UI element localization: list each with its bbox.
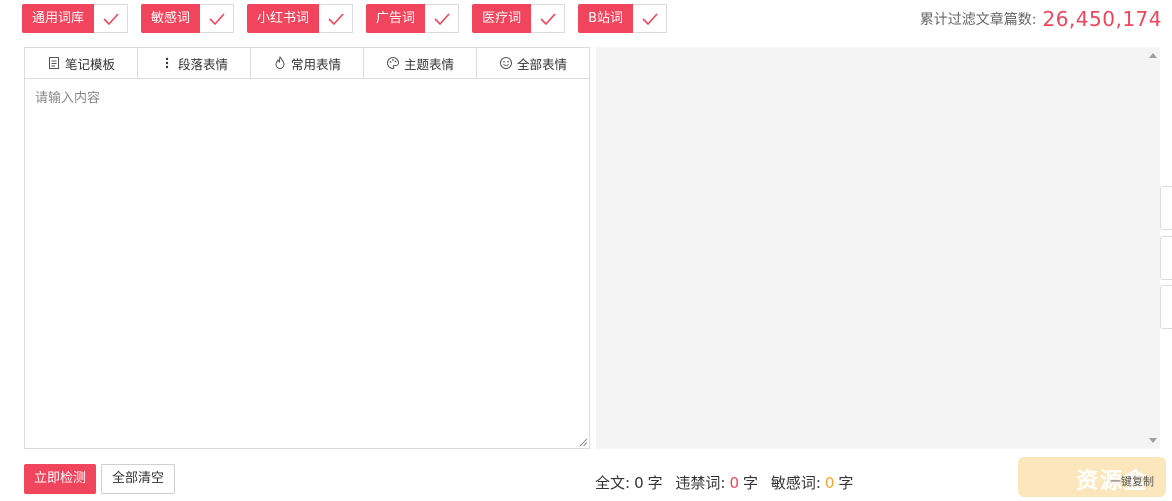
full-text-label: 全文: <box>595 474 631 492</box>
sensitive-words-count: 0 <box>824 474 835 492</box>
filter-label[interactable]: 小红书词 <box>247 4 320 33</box>
unit-label: 字 <box>743 474 759 492</box>
tool-paragraph-emoji[interactable]: 段落表情 <box>138 48 251 78</box>
check-icon[interactable] <box>319 4 354 33</box>
filter-label[interactable]: 广告词 <box>366 4 426 33</box>
check-icon[interactable] <box>531 4 566 33</box>
tool-common-emoji[interactable]: 常用表情 <box>251 48 364 78</box>
copy-button[interactable]: 一键复制 <box>1110 473 1154 489</box>
tool-label: 主题表情 <box>403 56 454 72</box>
banned-words-count: 0 <box>729 474 740 492</box>
tool-label: 段落表情 <box>177 56 228 72</box>
unit-label: 字 <box>838 474 854 492</box>
total-value: 26,450,174 <box>1042 6 1162 31</box>
scroll-up-icon[interactable] <box>1149 53 1157 58</box>
filter-sensitive[interactable]: 敏感词 <box>141 4 235 33</box>
tool-theme-emoji[interactable]: 主题表情 <box>364 48 477 78</box>
filter-ads[interactable]: 广告词 <box>366 4 460 33</box>
total-filtered-count: 累计过滤文章篇数: 26,450,174 <box>920 4 1162 33</box>
check-icon[interactable] <box>200 4 235 33</box>
full-text-count: 0 <box>634 474 644 492</box>
result-panel <box>596 47 1160 449</box>
smiley-icon <box>499 57 512 69</box>
filter-label[interactable]: 敏感词 <box>141 4 201 33</box>
editor-panel: 笔记模板 段落表情 常用表情 主题表情 全部表情 <box>24 47 590 449</box>
tool-all-emoji[interactable]: 全部表情 <box>477 48 589 78</box>
filter-label[interactable]: B站词 <box>578 4 633 33</box>
sensitive-words-label: 敏感词: <box>770 474 821 492</box>
tool-label: 常用表情 <box>290 56 341 72</box>
check-icon[interactable] <box>633 4 667 33</box>
filter-xiaohongshu[interactable]: 小红书词 <box>247 4 354 33</box>
word-stats: 全文: 0 字 违禁词: 0 字 敏感词: 0 字 <box>595 472 853 493</box>
check-now-button[interactable]: 立即检测 <box>24 464 97 494</box>
tool-label: 笔记模板 <box>64 56 115 72</box>
filter-label[interactable]: 医疗词 <box>472 4 532 33</box>
palette-icon <box>387 56 399 70</box>
filter-medical[interactable]: 医疗词 <box>472 4 566 33</box>
unit-label: 字 <box>647 474 663 492</box>
tool-note-template[interactable]: 笔记模板 <box>25 48 138 78</box>
side-tab[interactable] <box>1160 236 1172 280</box>
filter-bilibili[interactable]: B站词 <box>578 4 667 33</box>
fire-icon <box>275 56 285 69</box>
total-label: 累计过滤文章篇数: <box>919 11 1037 28</box>
result-scrollbar[interactable] <box>1145 47 1160 449</box>
tool-label: 全部表情 <box>516 56 567 72</box>
editor-toolbar: 笔记模板 段落表情 常用表情 主题表情 全部表情 <box>25 48 589 79</box>
side-tab[interactable] <box>1160 186 1172 230</box>
filter-bar: 通用词库 敏感词 小红书词 广告词 医疗词 B站词 <box>22 4 680 33</box>
side-tab[interactable] <box>1160 285 1172 329</box>
check-icon[interactable] <box>425 4 460 33</box>
scroll-down-icon[interactable] <box>1149 438 1157 443</box>
filter-general[interactable]: 通用词库 <box>22 4 129 33</box>
check-icon[interactable] <box>94 4 129 33</box>
banned-words-label: 违禁词: <box>675 474 726 492</box>
clear-all-button[interactable]: 全部清空 <box>101 464 176 494</box>
content-input[interactable] <box>25 79 589 448</box>
note-template-icon <box>48 57 59 69</box>
resize-handle-icon[interactable] <box>578 437 588 447</box>
vertical-dots-icon <box>165 57 169 69</box>
filter-label[interactable]: 通用词库 <box>22 4 95 33</box>
